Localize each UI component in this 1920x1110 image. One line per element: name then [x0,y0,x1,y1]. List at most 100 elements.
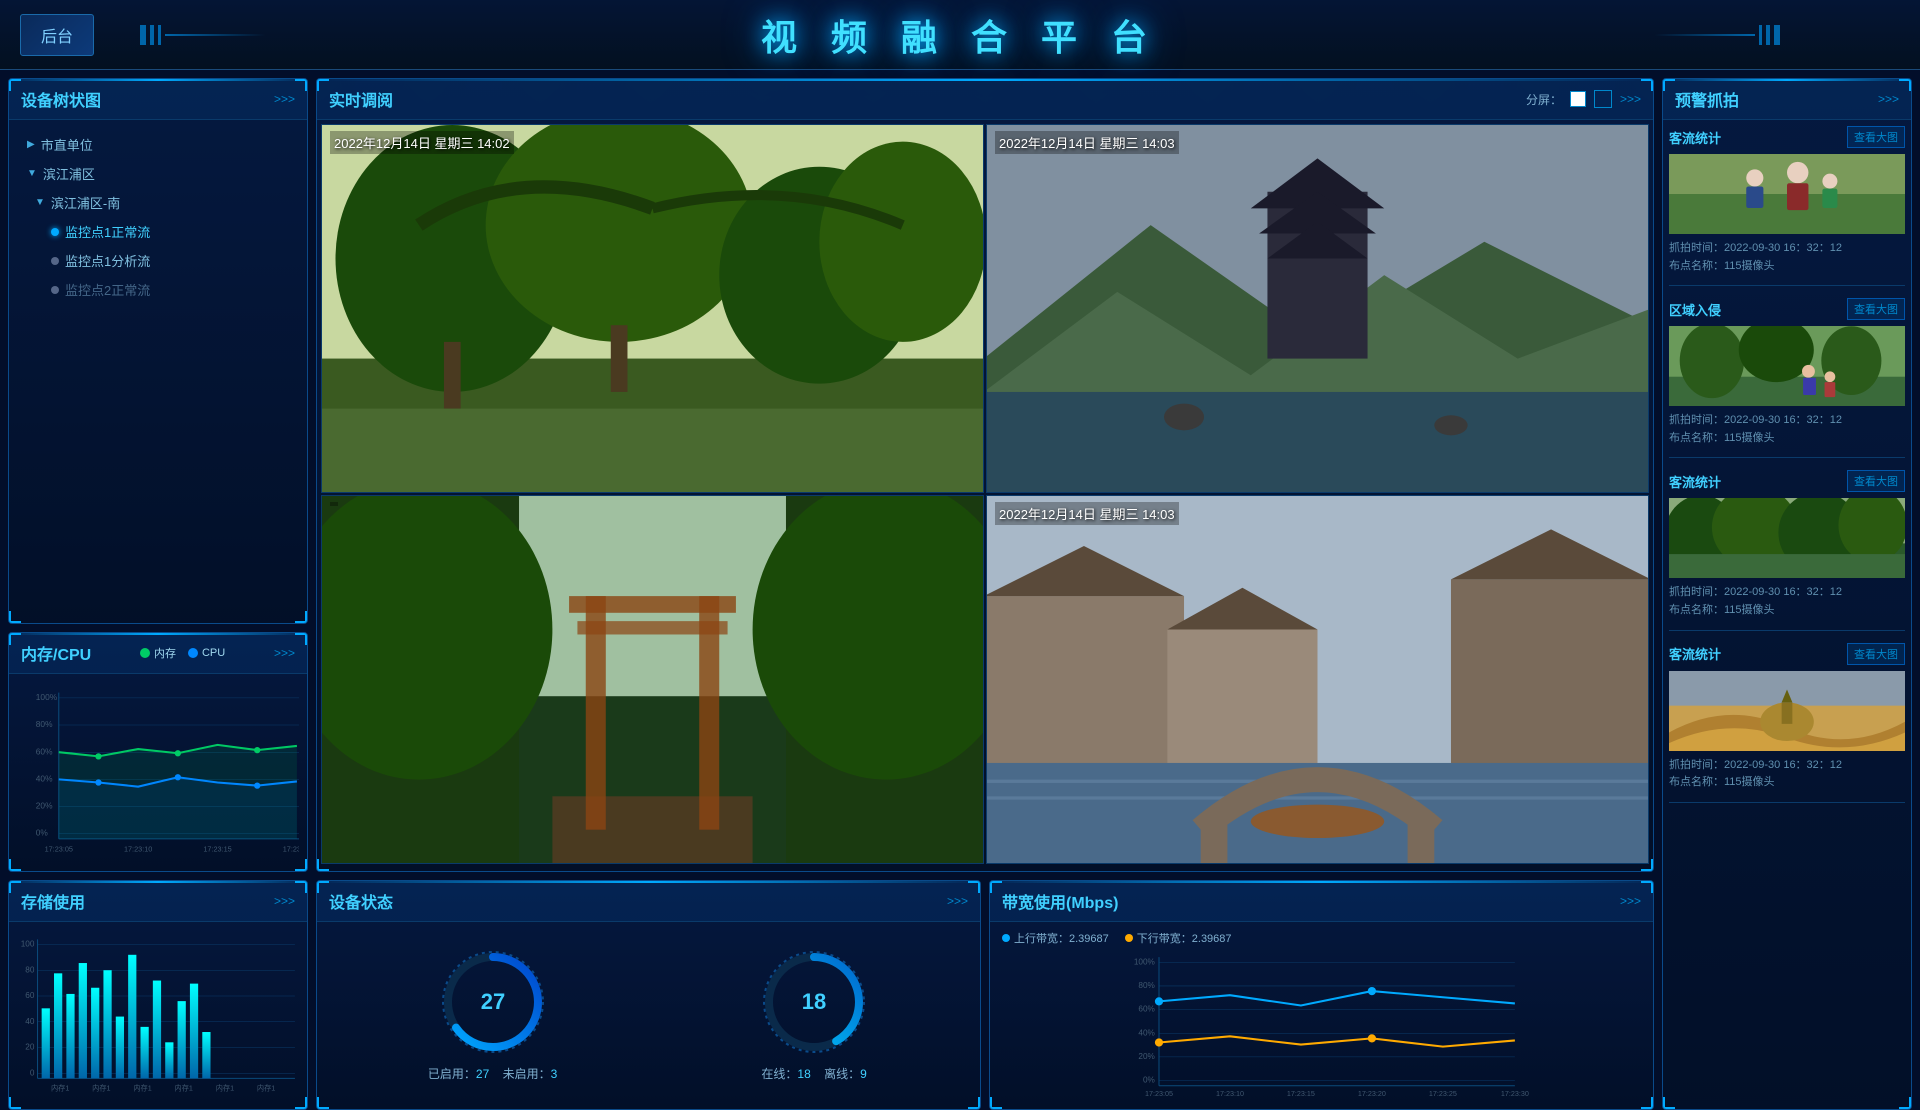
alert-view-btn-3[interactable]: 查看大图 [1847,470,1905,492]
offline-label: 离线： [824,1067,860,1081]
tree-item-monitor3[interactable]: 监控点2正常流 [19,275,297,304]
legend-mem: 内存 [140,645,176,661]
svg-text:17:23:05: 17:23:05 [45,845,73,854]
alert-item-4-header: 客流统计 查看大图 [1669,643,1905,665]
svg-text:17:23:15: 17:23:15 [203,845,231,854]
bandwidth-legend: 上行带宽：2.39687 下行带宽：2.39687 [1002,930,1641,946]
storage-chart: 100 80 60 40 20 0 [19,928,297,1100]
tree-label: 滨江浦区 [43,164,95,183]
video-scene-4 [987,496,1648,863]
video-cell-1[interactable]: 2022年12月14日 星期三 14:02 [321,124,984,493]
storage-panel: 存储使用 >>> 100 80 60 40 20 0 [8,880,308,1110]
alert-img-1 [1669,154,1905,234]
split-2x2-button[interactable] [1594,90,1612,108]
legend-cpu: CPU [188,645,225,661]
svg-text:20%: 20% [1138,1052,1155,1061]
alert-view-btn-4[interactable]: 查看大图 [1847,643,1905,665]
left-column: 设备树状图 >>> ▶ 市直单位 ▼ 滨江浦区 ▼ 滨江浦区-南 监 [8,78,308,1110]
video-cell-4[interactable]: 2022年12月14日 星期三 14:03 [986,495,1649,864]
legend-label-cpu: CPU [202,647,225,659]
alert-info-2: 抓拍时间：2022-09-30 16：32：12 布点名称：115摄像头 [1669,412,1905,447]
video-controls: 分屏： >>> [1526,90,1641,108]
bandwidth-panel: 带宽使用(Mbps) >>> 上行带宽：2.39687 下行带宽：2.39687 [989,880,1654,1110]
alert-item-3: 客流统计 查看大图 [1669,470,1905,630]
svg-text:内存1: 内存1 [51,1084,69,1093]
legend-dot-cpu [188,648,198,658]
svg-text:17:23:15: 17:23:15 [1287,1089,1315,1096]
video-scene-3 [322,496,983,863]
alert-view-btn-1[interactable]: 查看大图 [1847,126,1905,148]
video-timestamp-1: 2022年12月14日 星期三 14:02 [330,131,514,154]
bandwidth-more[interactable]: >>> [1620,894,1641,908]
alert-info-4: 抓拍时间：2022-09-30 16：32：12 布点名称：115摄像头 [1669,757,1905,792]
video-grid: 2022年12月14日 星期三 14:02 [317,120,1653,868]
device-tree-more[interactable]: >>> [274,92,295,106]
alert-img-3 [1669,498,1905,578]
unstarted-label: 未启用： [503,1067,551,1081]
mem-cpu-chart-area: 100% 80% 60% 40% 20% 0% [9,674,307,868]
video-cell-3[interactable] [321,495,984,864]
device-status-panel: 设备状态 >>> [316,880,981,1110]
mem-cpu-title: 内存/CPU [21,641,91,665]
alert-item-3-header: 客流统计 查看大图 [1669,470,1905,492]
bandwidth-chart: 100% 80% 60% 40% 20% 0% [1002,952,1641,1096]
tree-item-monitor1[interactable]: 监控点1正常流 [19,217,297,246]
tree-arrow: ▼ [35,197,45,208]
video-scene-1 [322,125,983,492]
svg-text:27: 27 [480,989,504,1014]
svg-text:内存1: 内存1 [216,1084,234,1093]
video-panel: 实时调阅 分屏： >>> [316,78,1654,872]
alert-more[interactable]: >>> [1878,92,1899,106]
split-label: 分屏： [1526,91,1562,108]
alert-title: 预警抓拍 [1675,87,1739,111]
back-button[interactable]: 后台 [20,14,94,56]
device-status-more[interactable]: >>> [947,894,968,908]
device-tree-title: 设备树状图 [21,87,101,111]
alert-img-2 [1669,326,1905,406]
bw-label-down: 下行带宽：2.39687 [1137,930,1232,946]
svg-text:17:23:20: 17:23:20 [283,845,299,854]
tree-label: 市直单位 [41,135,93,154]
page-title: 视 频 融 合 平 台 [761,9,1159,61]
tree-item-monitor2[interactable]: 监控点1分析流 [19,246,297,275]
svg-text:0%: 0% [1143,1076,1156,1085]
gauge-1: 27 [438,947,548,1057]
alert-item-1-header: 客流统计 查看大图 [1669,126,1905,148]
alert-item-2-header: 区域入侵 查看大图 [1669,298,1905,320]
alert-item-4: 客流统计 查看大图 [1669,643,1905,803]
bw-legend-down: 下行带宽：2.39687 [1125,930,1232,946]
video-more[interactable]: >>> [1620,92,1641,106]
bandwidth-chart-area: 上行带宽：2.39687 下行带宽：2.39687 100% 80% 60% 4… [990,922,1653,1106]
tree-item-district[interactable]: ▼ 滨江浦区 [19,159,297,188]
svg-text:60%: 60% [36,746,53,756]
svg-text:20%: 20% [36,801,53,811]
svg-text:18: 18 [802,989,826,1014]
device-tree-header: 设备树状图 >>> [9,79,307,120]
online-value: 18 [797,1067,810,1081]
tree-label: 监控点2正常流 [65,280,150,299]
svg-text:0: 0 [30,1068,35,1077]
svg-text:内存1: 内存1 [92,1084,110,1093]
alert-time-2: 抓拍时间：2022-09-30 16：32：12 [1669,412,1905,430]
video-cell-2[interactable]: 2022年12月14日 星期三 14:03 [986,124,1649,493]
alert-view-btn-2[interactable]: 查看大图 [1847,298,1905,320]
mem-cpu-more[interactable]: >>> [274,646,295,660]
tree-label: 监控点1分析流 [65,251,150,270]
tree-item-city[interactable]: ▶ 市直单位 [19,130,297,159]
storage-chart-area: 100 80 60 40 20 0 [9,922,307,1106]
storage-title: 存储使用 [21,889,85,913]
storage-more[interactable]: >>> [274,894,295,908]
started-value: 27 [476,1067,489,1081]
alert-img-4 [1669,671,1905,751]
split-1x1-button[interactable] [1570,91,1586,107]
device-status-content: 27 已启用：27 未启用：3 [317,922,980,1106]
alert-info-1: 抓拍时间：2022-09-30 16：32：12 布点名称：115摄像头 [1669,240,1905,275]
tree-item-subdistrict[interactable]: ▼ 滨江浦区-南 [19,188,297,217]
alert-type-3: 客流统计 [1669,472,1721,491]
bw-label-up: 上行带宽：2.39687 [1014,930,1109,946]
svg-text:17:23:05: 17:23:05 [1145,1089,1173,1096]
bw-legend-up: 上行带宽：2.39687 [1002,930,1109,946]
video-timestamp-2: 2022年12月14日 星期三 14:03 [995,131,1179,154]
svg-text:80: 80 [25,965,35,974]
center-column: 实时调阅 分屏： >>> [316,78,1654,1110]
